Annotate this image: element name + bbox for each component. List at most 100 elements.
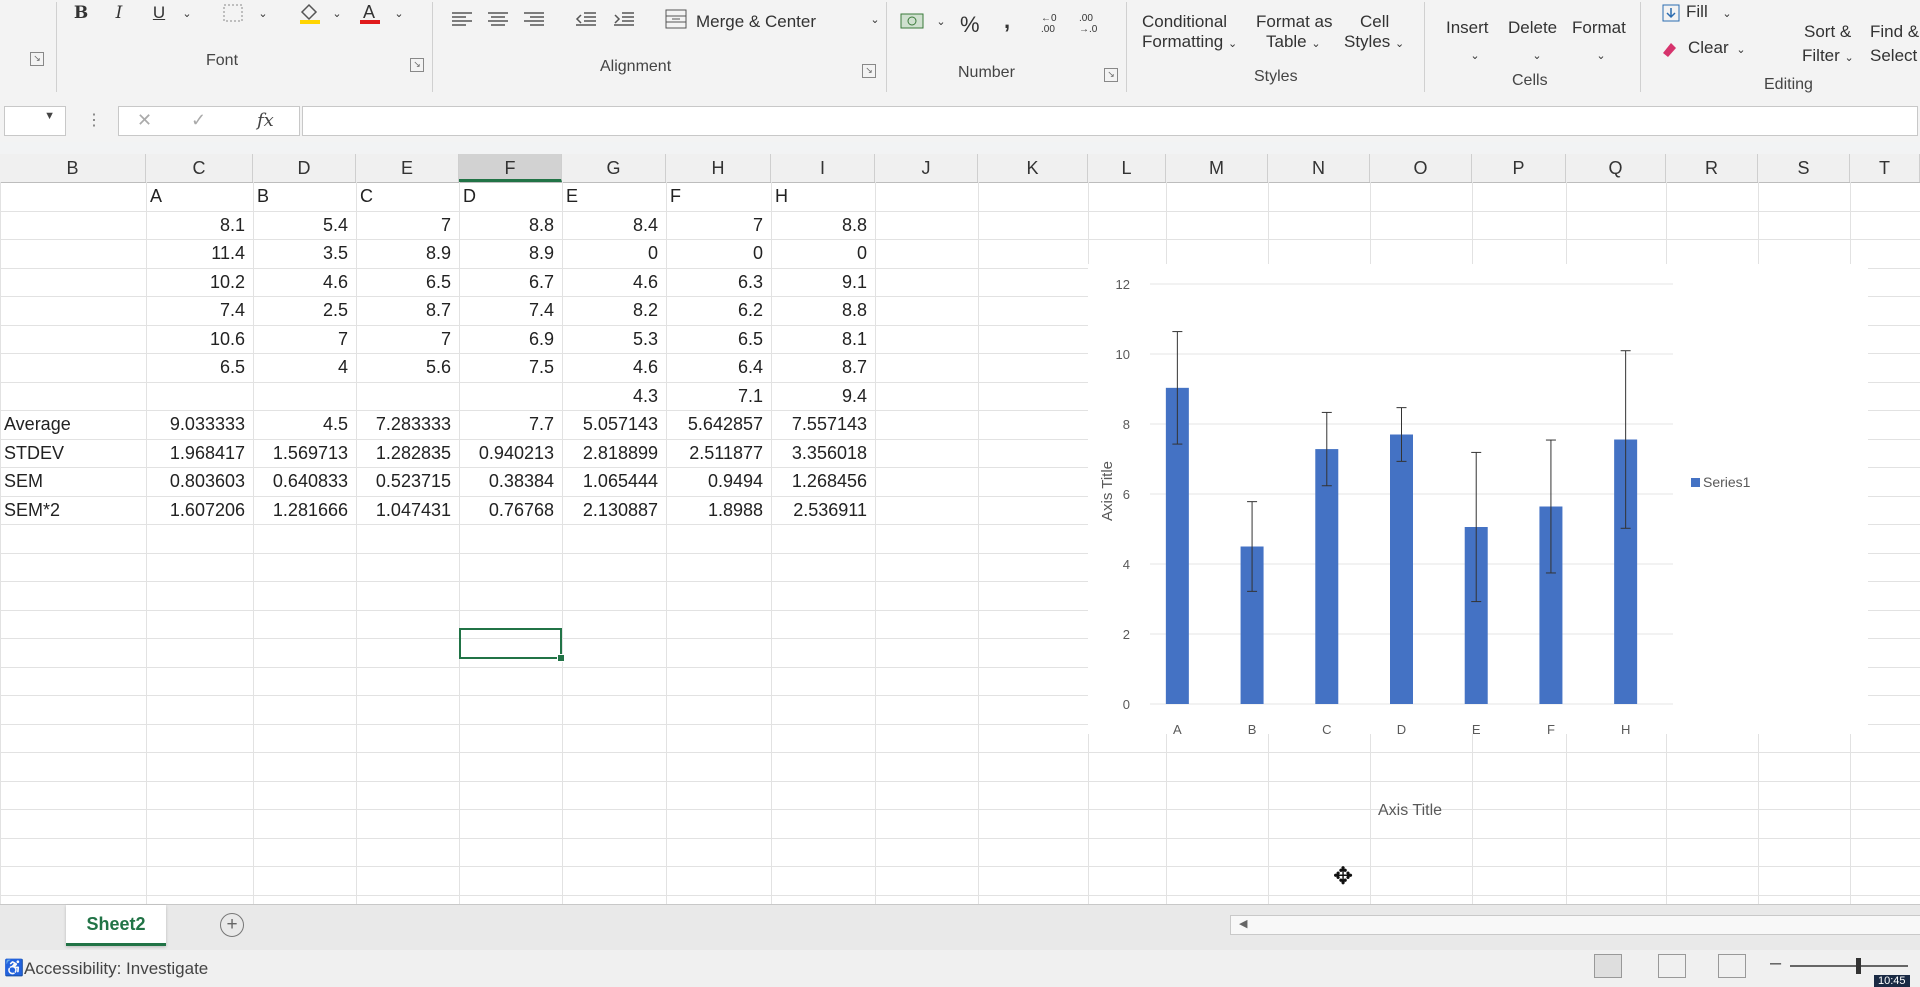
- stat-value-cell[interactable]: 5.642857: [666, 410, 763, 438]
- stat-value-cell[interactable]: 0.76768: [459, 496, 554, 524]
- stat-label-cell[interactable]: SEM: [4, 467, 43, 495]
- stat-label-cell[interactable]: Average: [4, 410, 71, 438]
- accessibility-icon[interactable]: ♿: [4, 958, 24, 978]
- align-right-icon[interactable]: [520, 6, 548, 32]
- stat-value-cell[interactable]: 1.268456: [771, 467, 867, 495]
- stat-value-cell[interactable]: 1.281666: [253, 496, 348, 524]
- page-layout-view-icon[interactable]: [1658, 954, 1686, 978]
- cell-styles-button[interactable]: Cell Styles ⌄: [1344, 12, 1404, 52]
- stat-value-cell[interactable]: 5.057143: [562, 410, 658, 438]
- column-header-c[interactable]: C: [146, 154, 253, 182]
- data-cell[interactable]: 8.9: [356, 239, 451, 267]
- accounting-format-icon[interactable]: [898, 8, 928, 34]
- column-header-q[interactable]: Q: [1566, 154, 1666, 182]
- stat-value-cell[interactable]: 2.511877: [666, 439, 763, 467]
- data-cell[interactable]: [459, 382, 554, 410]
- insert-button[interactable]: Insert: [1446, 18, 1489, 38]
- column-header-e[interactable]: E: [356, 154, 459, 182]
- increase-decimal-icon[interactable]: ←0.00: [1036, 10, 1066, 36]
- delete-dropdown-icon[interactable]: ⌄: [1530, 42, 1544, 68]
- data-cell[interactable]: 8.8: [771, 211, 867, 239]
- stat-value-cell[interactable]: 2.130887: [562, 496, 658, 524]
- data-cell[interactable]: 8.1: [146, 211, 245, 239]
- header-cell[interactable]: F: [670, 182, 681, 210]
- stat-value-cell[interactable]: 0.9494: [666, 467, 763, 495]
- zoom-slider-thumb[interactable]: [1856, 958, 1861, 974]
- column-header-o[interactable]: O: [1370, 154, 1472, 182]
- align-center-icon[interactable]: [484, 6, 512, 32]
- column-header-s[interactable]: S: [1758, 154, 1850, 182]
- sort-filter-line2[interactable]: Filter ⌄: [1802, 46, 1854, 66]
- borders-icon[interactable]: [220, 0, 246, 26]
- stat-value-cell[interactable]: 4.5: [253, 410, 348, 438]
- data-cell[interactable]: 2.5: [253, 296, 348, 324]
- column-header-r[interactable]: R: [1666, 154, 1758, 182]
- fill-icon[interactable]: [1660, 0, 1682, 26]
- column-header-t[interactable]: T: [1850, 154, 1920, 182]
- data-cell[interactable]: 8.1: [771, 325, 867, 353]
- fill-color-dropdown-icon[interactable]: ⌄: [330, 0, 344, 26]
- data-cell[interactable]: 6.5: [356, 268, 451, 296]
- data-cell[interactable]: 3.5: [253, 239, 348, 267]
- stat-value-cell[interactable]: 0.640833: [253, 467, 348, 495]
- italic-button[interactable]: I: [108, 0, 130, 26]
- stat-label-cell[interactable]: STDEV: [4, 439, 64, 467]
- data-cell[interactable]: 9.4: [771, 382, 867, 410]
- data-cell[interactable]: 6.4: [666, 353, 763, 381]
- format-as-table-button[interactable]: Format as Table ⌄: [1256, 12, 1333, 52]
- column-header-b[interactable]: B: [0, 154, 146, 182]
- data-cell[interactable]: 0: [771, 239, 867, 267]
- number-launcher-icon[interactable]: ↘: [1104, 68, 1118, 82]
- data-cell[interactable]: 11.4: [146, 239, 245, 267]
- stat-value-cell[interactable]: 1.282835: [356, 439, 451, 467]
- data-cell[interactable]: 7.5: [459, 353, 554, 381]
- y-axis-title[interactable]: Axis Title: [1099, 461, 1116, 521]
- align-left-icon[interactable]: [448, 6, 476, 32]
- underline-button[interactable]: U: [148, 0, 170, 26]
- accounting-dropdown-icon[interactable]: ⌄: [934, 8, 948, 34]
- data-cell[interactable]: 4.3: [562, 382, 658, 410]
- find-select-line2[interactable]: Select: [1870, 46, 1917, 66]
- data-cell[interactable]: 7: [356, 325, 451, 353]
- stat-value-cell[interactable]: 0.523715: [356, 467, 451, 495]
- increase-indent-icon[interactable]: [610, 6, 638, 32]
- data-cell[interactable]: 7.4: [146, 296, 245, 324]
- sort-filter-line1[interactable]: Sort &: [1804, 22, 1851, 42]
- formula-bar-grip-icon[interactable]: ⋮: [86, 110, 102, 130]
- stat-label-cell[interactable]: SEM*2: [4, 496, 60, 524]
- column-header-n[interactable]: N: [1268, 154, 1370, 182]
- fill-color-icon[interactable]: [296, 0, 324, 26]
- column-header-p[interactable]: P: [1472, 154, 1566, 182]
- page-break-view-icon[interactable]: [1718, 954, 1746, 978]
- data-cell[interactable]: [146, 382, 245, 410]
- data-cell[interactable]: 7: [356, 211, 451, 239]
- cancel-icon[interactable]: ✕: [137, 110, 152, 131]
- name-box-dropdown-icon[interactable]: ▼: [44, 110, 55, 122]
- stat-value-cell[interactable]: 1.968417: [146, 439, 245, 467]
- find-select-line1[interactable]: Find &: [1870, 22, 1919, 42]
- stat-value-cell[interactable]: 3.356018: [771, 439, 867, 467]
- data-cell[interactable]: 6.2: [666, 296, 763, 324]
- header-cell[interactable]: H: [775, 182, 788, 210]
- stat-value-cell[interactable]: 2.536911: [771, 496, 867, 524]
- data-cell[interactable]: 0: [562, 239, 658, 267]
- worksheet-grid[interactable]: BCDEFGHIJKLMNOPQRST A B C D E F H 8.1 5.4 7 8.8 8.4…: [0, 154, 1920, 924]
- header-cell[interactable]: B: [257, 182, 269, 210]
- data-cell[interactable]: 8.2: [562, 296, 658, 324]
- name-box[interactable]: ▼: [4, 106, 66, 136]
- data-cell[interactable]: 5.6: [356, 353, 451, 381]
- font-color-icon[interactable]: A: [356, 0, 384, 26]
- merge-center-button[interactable]: Merge & Center: [696, 12, 816, 32]
- enter-icon[interactable]: ✓: [191, 110, 206, 131]
- stat-value-cell[interactable]: 7.7: [459, 410, 554, 438]
- data-cell[interactable]: 8.7: [356, 296, 451, 324]
- header-cell[interactable]: A: [150, 182, 162, 210]
- format-button[interactable]: Format: [1572, 18, 1626, 38]
- data-cell[interactable]: 7.4: [459, 296, 554, 324]
- insert-function-icon[interactable]: fx: [257, 110, 274, 131]
- alignment-launcher-icon[interactable]: ↘: [862, 64, 876, 78]
- stat-value-cell[interactable]: 0.38384: [459, 467, 554, 495]
- column-header-f[interactable]: F: [459, 154, 562, 182]
- stat-value-cell[interactable]: 1.569713: [253, 439, 348, 467]
- data-cell[interactable]: 4.6: [562, 353, 658, 381]
